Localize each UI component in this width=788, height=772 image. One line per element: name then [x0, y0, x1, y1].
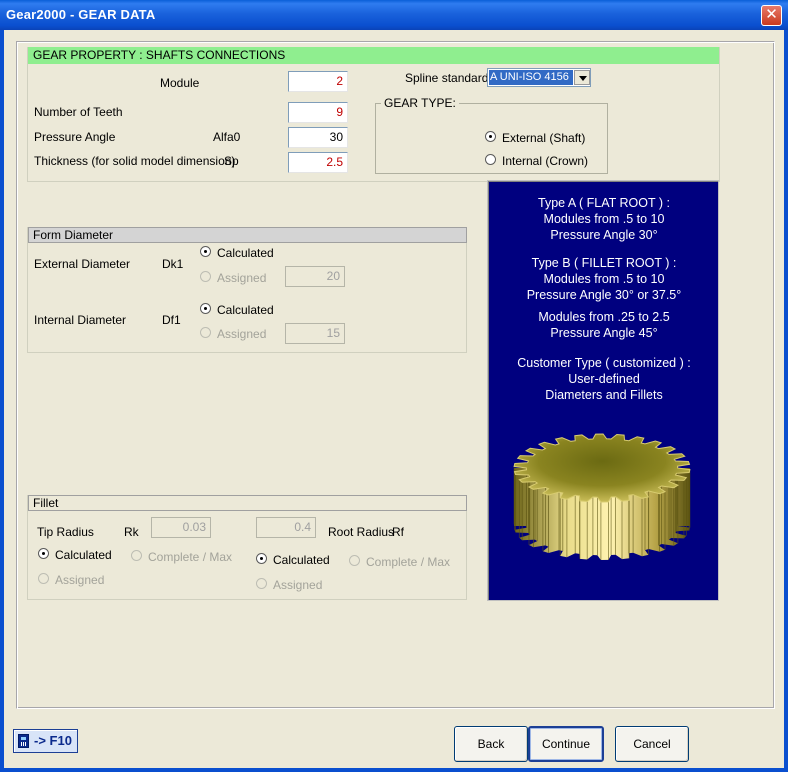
- pressure-angle-input[interactable]: 30: [288, 127, 348, 148]
- info-line: Modules from .25 to 2.5: [538, 310, 670, 324]
- module-label: Module: [160, 76, 200, 90]
- tip-radius-input[interactable]: 0.03: [151, 517, 211, 538]
- spline-select[interactable]: A UNI-ISO 4156: [487, 68, 591, 87]
- thickness-label: Thickness (for solid model dimension): [34, 154, 236, 168]
- external-diameter-input[interactable]: 20: [285, 266, 345, 287]
- info-line: Pressure Angle 30° or 37.5°: [526, 288, 682, 302]
- internal-diameter-label: Internal Diameter: [34, 313, 127, 327]
- thickness-symbol: Sp: [224, 154, 239, 168]
- info-line: Pressure Angle 45°: [550, 326, 658, 340]
- teeth-label: Number of Teeth: [34, 105, 123, 119]
- root-radius-input[interactable]: 0.4: [256, 517, 316, 538]
- internal-crown-label: Internal (Crown): [502, 154, 589, 168]
- internal-diameter-symbol: Df1: [162, 313, 181, 327]
- external-diameter-symbol: Dk1: [162, 257, 184, 271]
- info-line: Diameters and Fillets: [545, 388, 663, 402]
- external-shaft-radio[interactable]: [485, 131, 496, 142]
- info-line: Type A ( FLAT ROOT ) :: [538, 196, 670, 210]
- tip-assigned-label: Assigned: [55, 573, 105, 587]
- calculator-icon: [18, 734, 29, 748]
- root-calculated-radio[interactable]: [256, 553, 267, 564]
- info-line: Type B ( FILLET ROOT ) :: [531, 256, 677, 270]
- calculate-button[interactable]: -> F10: [13, 729, 78, 753]
- title-bar: Gear2000 - GEAR DATA ✕: [0, 0, 788, 30]
- spline-selected-value: A UNI-ISO 4156: [489, 70, 573, 85]
- external-calculated-radio[interactable]: [200, 246, 211, 257]
- external-assigned-label: Assigned: [217, 271, 267, 285]
- spline-label: Spline standard: [405, 71, 489, 85]
- gear-type-legend: GEAR TYPE:: [381, 97, 459, 110]
- tip-complete-radio[interactable]: [131, 550, 142, 561]
- back-button[interactable]: Back: [454, 726, 528, 762]
- close-icon[interactable]: ✕: [761, 5, 782, 26]
- external-assigned-radio[interactable]: [200, 271, 211, 282]
- internal-diameter-input[interactable]: 15: [285, 323, 345, 344]
- tip-radius-symbol: Rk: [124, 525, 139, 539]
- external-shaft-label: External (Shaft): [502, 131, 586, 145]
- info-line: Customer Type ( customized ) :: [517, 356, 691, 370]
- internal-assigned-label: Assigned: [217, 327, 267, 341]
- info-line: Modules from .5 to 10: [543, 212, 665, 226]
- root-assigned-label: Assigned: [273, 578, 323, 592]
- info-line: Modules from .5 to 10: [543, 272, 665, 286]
- module-input[interactable]: 2: [288, 71, 348, 92]
- tip-radius-label: Tip Radius: [37, 525, 94, 539]
- internal-crown-radio[interactable]: [485, 154, 496, 165]
- window-title: Gear2000 - GEAR DATA: [6, 7, 156, 22]
- root-complete-label: Complete / Max: [366, 555, 451, 569]
- section-title: GEAR PROPERTY : SHAFTS CONNECTIONS: [28, 47, 719, 64]
- thickness-input[interactable]: 2.5: [288, 152, 348, 173]
- root-complete-radio[interactable]: [349, 555, 360, 566]
- tip-assigned-radio[interactable]: [38, 573, 49, 584]
- root-radius-label: Root Radius: [328, 525, 395, 539]
- cancel-button[interactable]: Cancel: [615, 726, 689, 762]
- form-diameter-title: Form Diameter: [28, 227, 467, 243]
- teeth-input[interactable]: 9: [288, 102, 348, 123]
- tip-complete-label: Complete / Max: [148, 550, 233, 564]
- gear-image: [513, 433, 691, 560]
- tip-calculated-label: Calculated: [55, 548, 112, 562]
- external-diameter-label: External Diameter: [34, 257, 131, 271]
- info-line: User-defined: [568, 372, 640, 386]
- root-assigned-radio[interactable]: [256, 578, 267, 589]
- root-calculated-label: Calculated: [273, 553, 330, 567]
- external-calculated-label: Calculated: [217, 246, 274, 260]
- internal-calculated-label: Calculated: [217, 303, 274, 317]
- root-radius-symbol: Rf: [392, 525, 404, 539]
- calculate-button-label: -> F10: [34, 733, 72, 748]
- continue-button[interactable]: Continue: [528, 726, 604, 762]
- internal-calculated-radio[interactable]: [200, 303, 211, 314]
- pressure-angle-symbol: Alfa0: [213, 130, 241, 144]
- internal-assigned-radio[interactable]: [200, 327, 211, 338]
- pressure-angle-label: Pressure Angle: [34, 130, 116, 144]
- chevron-down-icon[interactable]: [574, 70, 590, 85]
- fillet-title: Fillet: [28, 495, 467, 511]
- info-line: Pressure Angle 30°: [550, 228, 658, 242]
- tip-calculated-radio[interactable]: [38, 548, 49, 559]
